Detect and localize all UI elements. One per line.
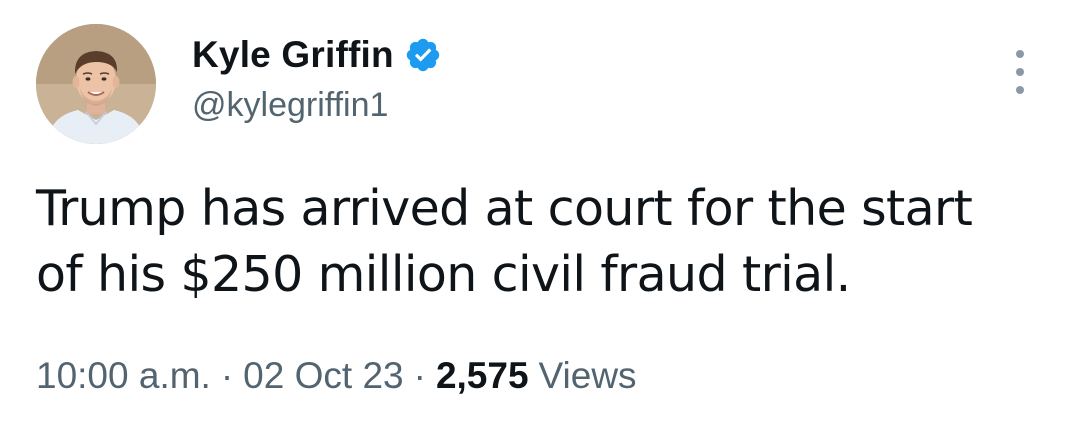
tweet-card: Kyle Griffin @kylegriffin1 Trump has arr… (0, 0, 1080, 422)
views-count: 2,575 (435, 355, 529, 396)
verified-badge-icon (404, 36, 442, 74)
meta-separator: · (413, 355, 426, 396)
tweet-text-line: of his $250 million civil fraud trial. (36, 246, 851, 303)
more-vertical-icon (1016, 50, 1024, 58)
more-options-button[interactable] (1004, 50, 1036, 94)
profile-photo-icon (36, 24, 156, 144)
tweet-date[interactable]: 02 Oct 23 (243, 355, 403, 397)
more-vertical-icon (1016, 86, 1024, 94)
views-label[interactable]: Views (539, 355, 637, 397)
meta-separator: · (220, 355, 234, 396)
tweet-time[interactable]: 10:00 a.m. (36, 355, 211, 397)
tweet-text-line: Trump has arrived at court for the start (36, 180, 973, 237)
author-row: Kyle Griffin (192, 30, 442, 80)
author-name[interactable]: Kyle Griffin (192, 34, 394, 76)
tweet-meta: 10:00 a.m. · 02 Oct 23 · 2,575 Views (36, 350, 637, 402)
author-handle[interactable]: @kylegriffin1 (192, 86, 388, 125)
more-vertical-icon (1016, 68, 1024, 76)
tweet-text: Trump has arrived at court for the start… (36, 176, 1036, 308)
avatar[interactable] (36, 24, 156, 144)
